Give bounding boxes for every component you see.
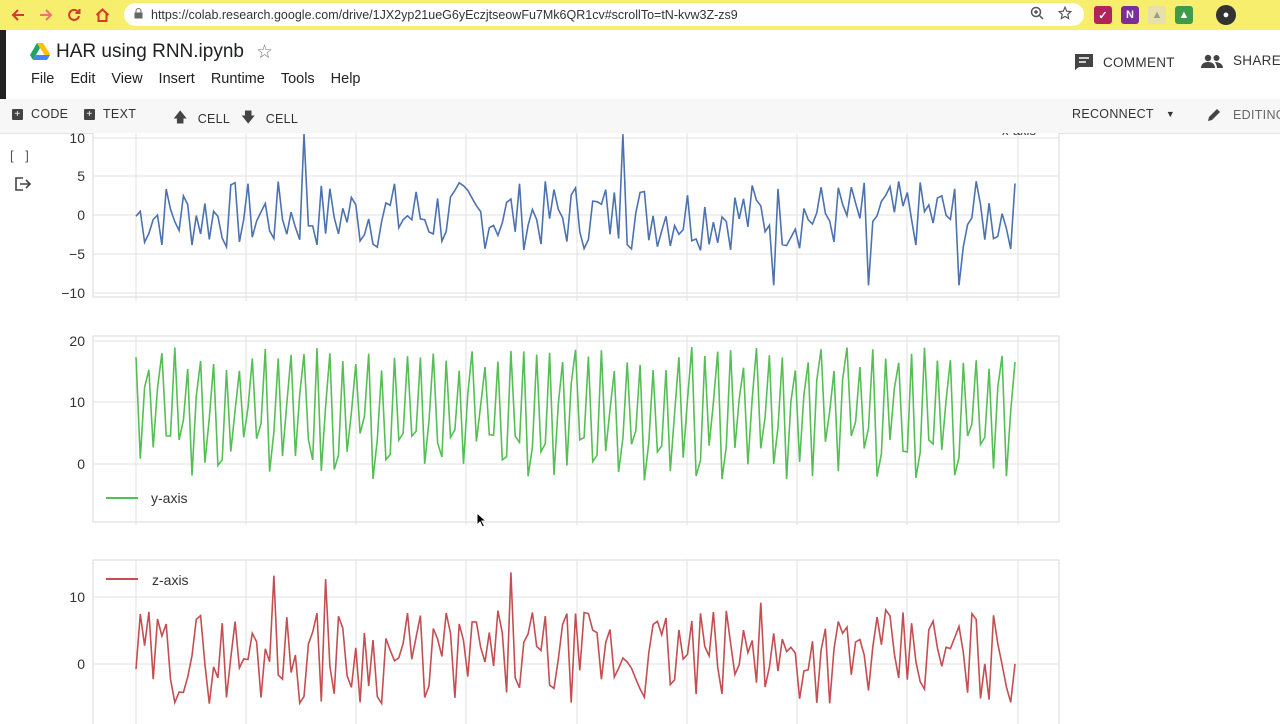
menu-file[interactable]: File <box>31 71 54 87</box>
notebook-toolbar: + CODE + TEXT 🡅 CELL 🡇 CELL RECONNECT ▼ … <box>0 99 1280 134</box>
x-axis-plot: 10 5 0 −5 −10 x-axis <box>61 133 1060 301</box>
y-tick-label: 0 <box>77 456 85 472</box>
move-cell-down-button[interactable]: 🡇 CELL <box>241 107 298 131</box>
dropdown-arrow-icon[interactable]: ▼ <box>1166 109 1175 119</box>
y-tick-label: −5 <box>69 246 85 262</box>
y-tick-label: 10 <box>69 589 85 605</box>
legend-z-axis-label: z-axis <box>152 572 189 588</box>
editing-mode-button[interactable]: EDITING <box>1206 107 1280 123</box>
pencil-icon <box>1208 109 1220 121</box>
people-icon <box>1201 54 1223 68</box>
avatar[interactable]: ● <box>1216 5 1236 25</box>
menu-runtime[interactable]: Runtime <box>211 71 265 87</box>
share-label: SHARE <box>1233 53 1280 68</box>
zoom-icon[interactable] <box>1030 6 1044 23</box>
browser-toolbar: https://colab.research.google.com/drive/… <box>0 0 1280 30</box>
arrow-down-icon: 🡇 <box>241 109 256 125</box>
comment-icon <box>1075 54 1093 70</box>
menu-bar: File Edit View Insert Runtime Tools Help <box>31 71 377 87</box>
y-tick-label: 5 <box>77 168 85 184</box>
legend-y-axis-label: y-axis <box>151 490 188 506</box>
add-code-button[interactable]: + CODE <box>12 107 68 121</box>
y-tick-label: 0 <box>77 207 85 223</box>
run-cell-indicator[interactable]: [ ] <box>10 148 33 163</box>
plus-icon: + <box>84 108 95 120</box>
home-icon[interactable] <box>88 0 116 30</box>
forward-icon[interactable] <box>32 0 60 30</box>
pocket-icon[interactable]: ✓ <box>1094 6 1112 24</box>
menu-tools[interactable]: Tools <box>281 71 315 87</box>
comment-label: COMMENT <box>1103 54 1175 70</box>
y-axis-plot: 20 10 0 y-axis <box>69 335 1060 525</box>
url-text: https://colab.research.google.com/drive/… <box>151 7 738 22</box>
y-tick-label: −10 <box>61 285 85 301</box>
cell-up-label: CELL <box>197 112 231 126</box>
legend-x-axis-label: x-axis <box>1002 133 1036 138</box>
output-menu-icon[interactable] <box>14 176 32 192</box>
drive-extension-icon[interactable]: ▲ <box>1175 6 1193 24</box>
bookmark-star-icon[interactable] <box>1057 5 1073 23</box>
menu-insert[interactable]: Insert <box>159 71 195 87</box>
google-drive-icon <box>30 43 50 60</box>
arrow-up-icon: 🡅 <box>173 109 188 125</box>
add-text-button[interactable]: + TEXT <box>84 107 136 121</box>
extension-icon[interactable]: ▲ <box>1148 6 1166 24</box>
y-tick-labels: 20 10 0 <box>69 335 85 472</box>
z-axis-plot: 10 0 z-axis <box>69 559 1060 724</box>
cell-down-label: CELL <box>265 112 299 126</box>
comment-button[interactable]: COMMENT <box>1074 53 1175 71</box>
menu-edit[interactable]: Edit <box>70 71 95 87</box>
menu-view[interactable]: View <box>111 71 142 87</box>
share-button[interactable]: SHARE <box>1201 53 1280 68</box>
y-tick-label: 10 <box>69 394 85 410</box>
y-tick-label: 20 <box>69 335 85 349</box>
reconnect-label: RECONNECT <box>1072 107 1154 121</box>
page-title[interactable]: HAR using RNN.ipynb <box>56 41 244 63</box>
y-tick-label: 10 <box>69 133 85 146</box>
star-icon[interactable]: ☆ <box>256 41 273 64</box>
mouse-cursor-icon <box>476 512 488 528</box>
plus-icon: + <box>12 108 23 120</box>
lock-icon <box>134 7 143 22</box>
y-tick-labels: 10 5 0 −5 −10 <box>61 133 85 301</box>
editing-label: EDITING <box>1233 108 1280 122</box>
extensions-area: ✓ N ▲ ▲ ● <box>1094 5 1236 25</box>
menu-help[interactable]: Help <box>331 71 361 87</box>
reload-icon[interactable] <box>60 0 88 30</box>
notebook-title-row: HAR using RNN.ipynb ☆ <box>30 38 273 66</box>
onenote-icon[interactable]: N <box>1121 6 1139 24</box>
y-tick-label: 0 <box>77 656 85 672</box>
reconnect-button[interactable]: RECONNECT ▼ <box>1072 107 1175 121</box>
add-text-label: TEXT <box>103 107 137 121</box>
y-tick-labels: 10 0 <box>69 589 85 672</box>
add-code-label: CODE <box>31 107 69 121</box>
back-icon[interactable] <box>4 0 32 30</box>
address-bar[interactable]: https://colab.research.google.com/drive/… <box>124 3 1084 26</box>
move-cell-up-button[interactable]: 🡅 CELL <box>173 107 230 131</box>
